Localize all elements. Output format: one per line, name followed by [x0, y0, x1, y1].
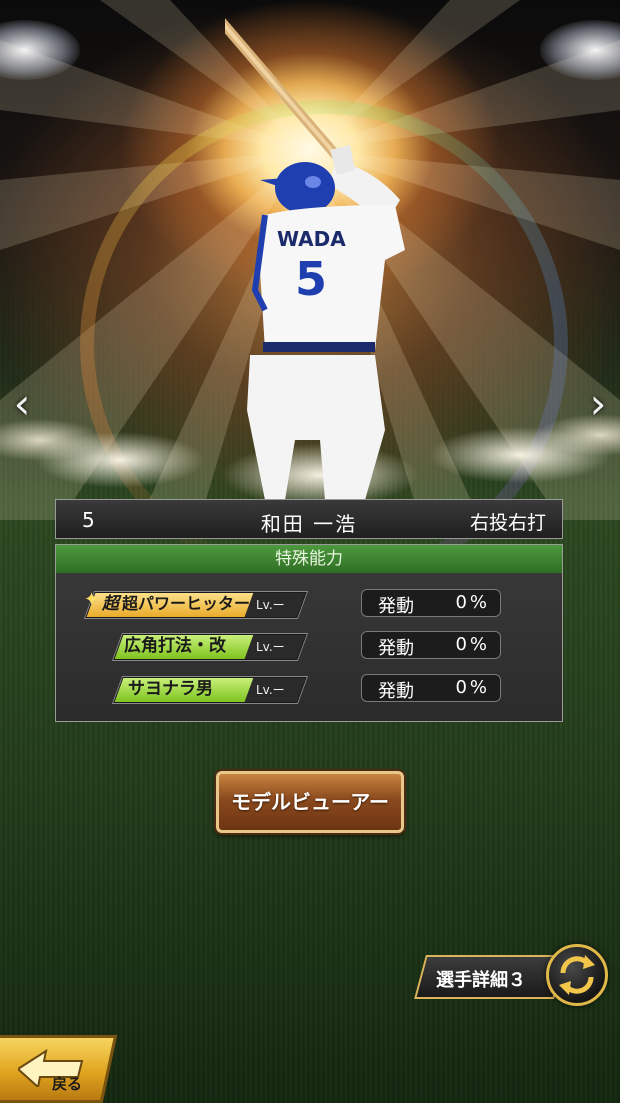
sparkle-icon: ✦: [84, 589, 100, 610]
throw-bat-hand: 右投右打: [469, 512, 546, 534]
skill-name: 広角打法・改: [124, 636, 226, 656]
ability-row[interactable]: ✦ 超 超パワーヒッター Lv.ー 発動 0%: [56, 589, 564, 619]
activation-status-box: 発動 0%: [361, 589, 501, 617]
ability-panel-header: 特殊能力: [56, 545, 562, 573]
activation-percent: 0%: [455, 677, 490, 698]
player-detail-label[interactable]: 選手詳細３: [436, 966, 526, 992]
player-figure: WADA 5: [225, 18, 405, 500]
activation-percent: 0%: [455, 634, 490, 655]
skill-name: 超パワーヒッター: [122, 594, 251, 613]
activation-status-box: 発動 0%: [361, 631, 501, 659]
skill-level: Lv.ー: [256, 598, 285, 612]
activation-label: 発動: [378, 681, 414, 702]
model-viewer-button[interactable]: モデルビューアー: [216, 771, 404, 833]
activation-status-box: 発動 0%: [361, 674, 501, 702]
skill-level: Lv.ー: [256, 640, 285, 654]
special-ability-panel: 特殊能力 ✦ 超 超パワーヒッター Lv.ー 発動 0% 広角打法・改 Lv.ー…: [55, 544, 563, 722]
activation-label: 発動: [378, 638, 414, 659]
skill-level: Lv.ー: [256, 683, 285, 697]
next-player-arrow[interactable]: ›: [582, 380, 614, 428]
skill-prefix: 超: [102, 594, 119, 614]
jersey-name: WADA: [277, 227, 346, 251]
jersey-number: 5: [295, 252, 327, 306]
prev-player-arrow[interactable]: ‹: [6, 380, 38, 428]
back-label[interactable]: 戻る: [52, 1073, 82, 1094]
player-name-bar: 5 和田 一浩 右投右打: [55, 499, 563, 539]
skill-name: サヨナラ男: [128, 679, 213, 699]
activation-percent: 0%: [455, 592, 490, 613]
ability-row[interactable]: 広角打法・改 Lv.ー 発動 0%: [56, 631, 564, 661]
activation-label: 発動: [378, 596, 414, 617]
ability-row[interactable]: サヨナラ男 Lv.ー 発動 0%: [56, 674, 564, 704]
swap-arrows-icon[interactable]: [546, 944, 608, 1006]
